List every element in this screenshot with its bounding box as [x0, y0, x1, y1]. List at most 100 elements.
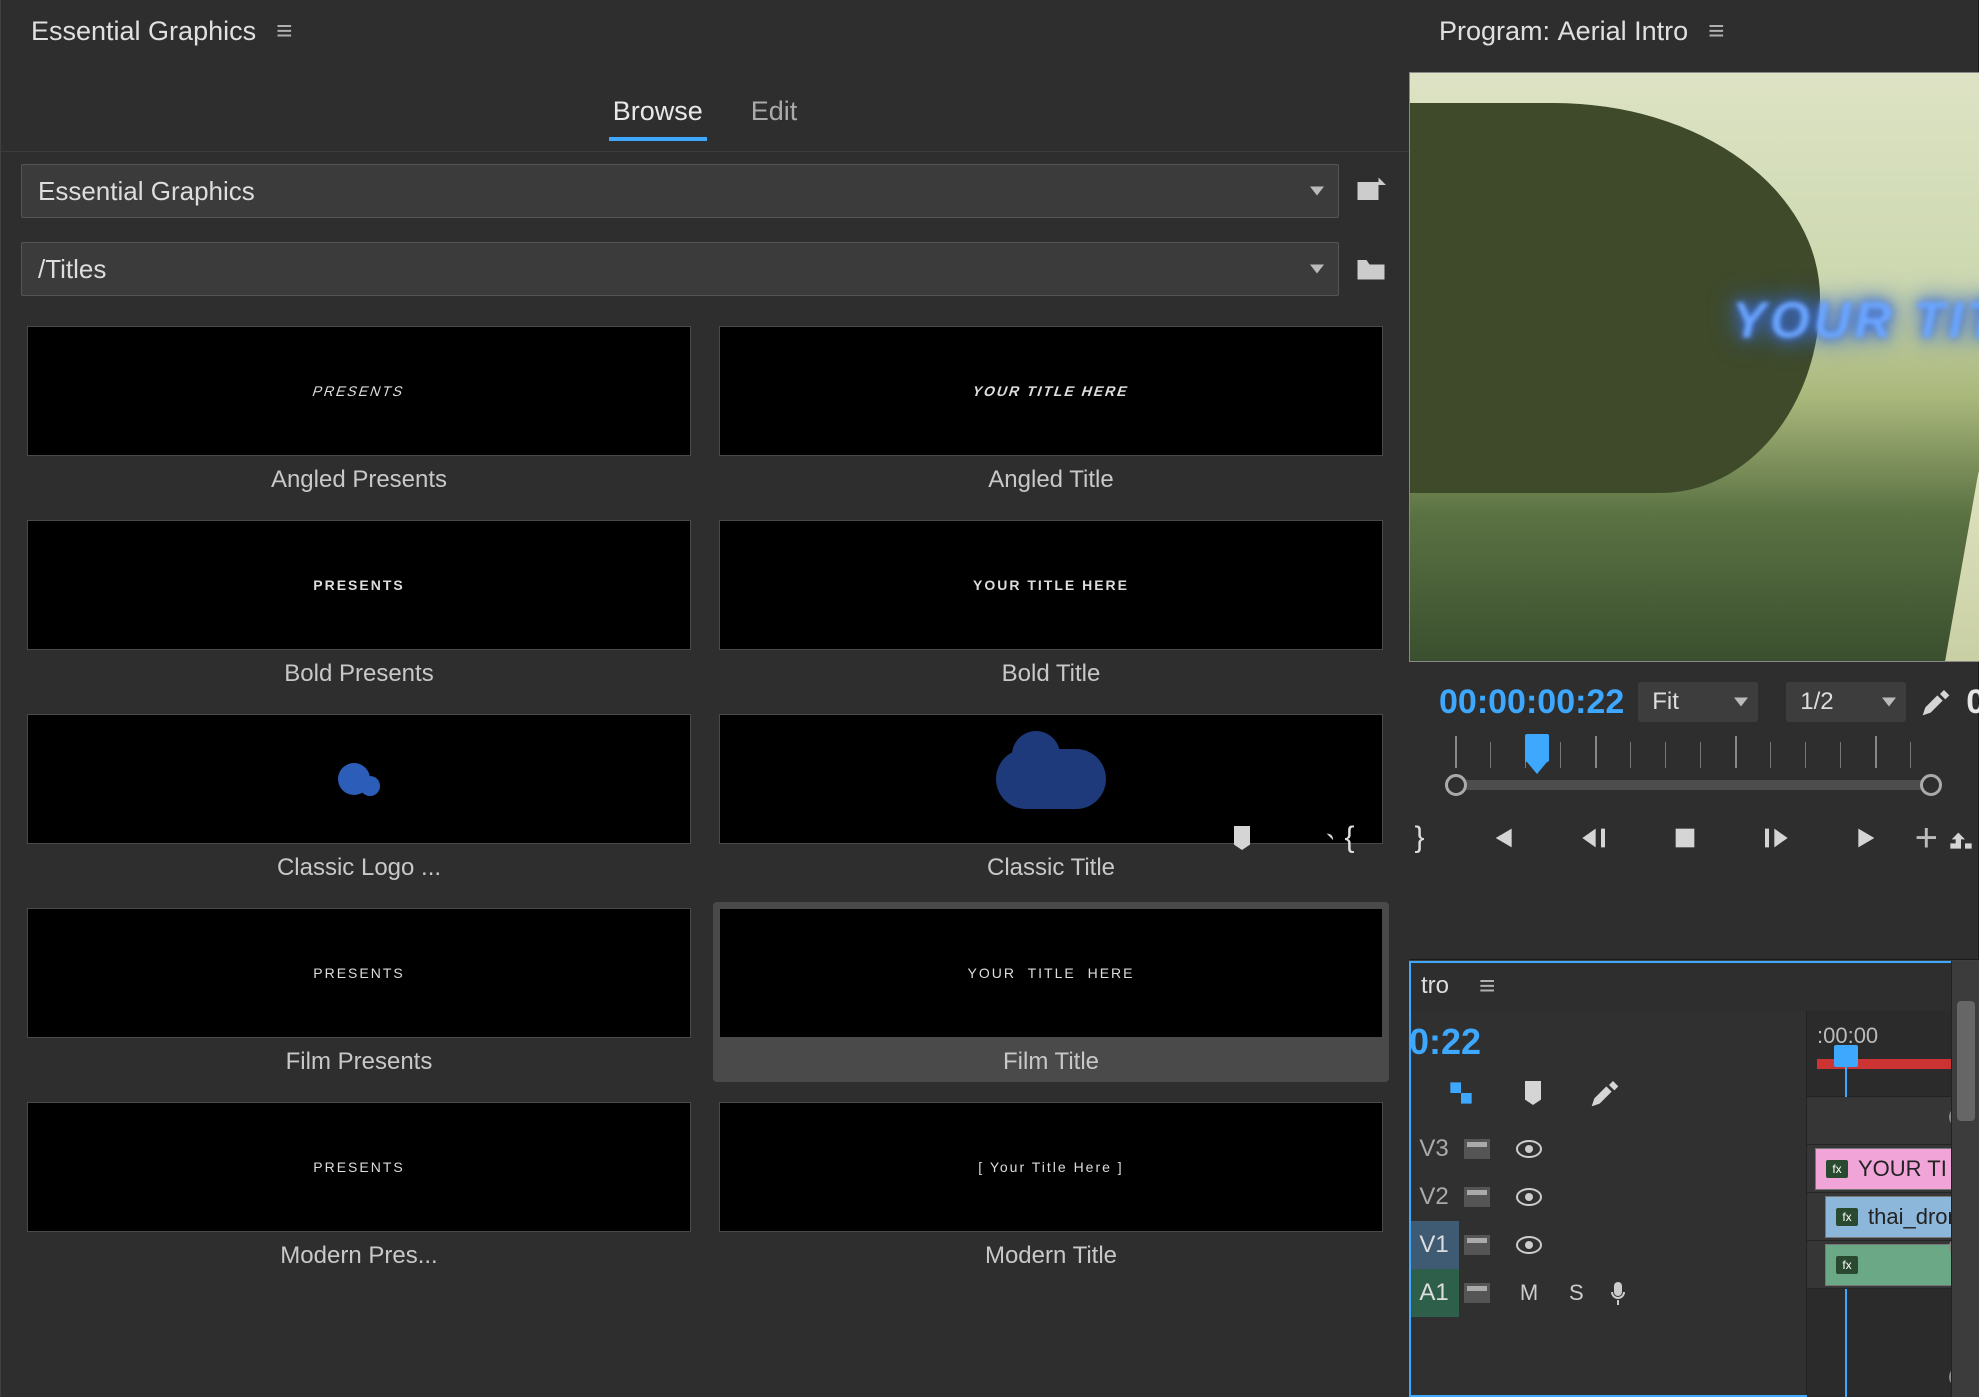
scrub-handle-right[interactable]: [1920, 774, 1942, 796]
template-thumb[interactable]: YOUR TITLE HERE Bold Title: [713, 514, 1389, 694]
step-forward-icon[interactable]: [1761, 820, 1793, 856]
template-label: Bold Presents: [27, 660, 691, 688]
template-preview: [719, 714, 1383, 844]
marker-tool-icon[interactable]: [1517, 1077, 1549, 1109]
play-stop-icon[interactable]: [1669, 820, 1701, 856]
eg-tab-bar: Browse Edit: [1, 62, 1409, 152]
program-title-name: Aerial Intro: [1558, 16, 1689, 47]
template-preview: YOUR TITLE HERE: [719, 520, 1383, 650]
template-label: Film Title: [719, 1048, 1383, 1076]
track-header-v2[interactable]: V2: [1409, 1173, 1806, 1221]
template-preview: PRESENTS: [27, 1102, 691, 1232]
mute-button[interactable]: M: [1511, 1278, 1547, 1308]
resolution-dropdown[interactable]: 1/2: [1786, 682, 1906, 722]
program-video-frame[interactable]: YOUR TITLE HERE: [1409, 72, 1979, 662]
tab-edit[interactable]: Edit: [747, 86, 802, 141]
template-thumb[interactable]: Classic Logo ...: [21, 708, 697, 888]
settings-wrench-icon[interactable]: [1920, 686, 1952, 718]
template-preview: [27, 714, 691, 844]
add-marker-icon[interactable]: [1226, 820, 1258, 856]
template-thumb[interactable]: PRESENTS Film Presents: [21, 902, 697, 1082]
template-thumb[interactable]: [ Your Title Here ] Modern Title: [713, 1096, 1389, 1276]
source-patch-icon[interactable]: [1459, 1278, 1495, 1308]
chevron-down-icon: [1310, 187, 1324, 196]
program-control-bar: 00:00:00:22 Fit 1/2 00:00:13:04: [1409, 672, 1978, 732]
template-preview: YOUR TITLE HERE: [719, 908, 1383, 1038]
video-title-overlay: YOUR TITLE HERE: [1732, 290, 1979, 349]
eg-library-dropdown[interactable]: Essential Graphics: [21, 164, 1339, 218]
zoom-fit-dropdown[interactable]: Fit: [1638, 682, 1758, 722]
monitor-playhead[interactable]: [1525, 734, 1549, 762]
template-preview: [ Your Title Here ]: [719, 1102, 1383, 1232]
timeline-zoom-scrollbar[interactable]: [1951, 961, 1979, 1397]
chevron-down-icon: [1882, 698, 1896, 707]
panel-menu-icon[interactable]: ≡: [276, 15, 292, 47]
source-patch-icon[interactable]: [1459, 1230, 1495, 1260]
timeline-panel: tro ≡ 0:22 V3 V2: [1409, 960, 1979, 1397]
voice-over-record-icon[interactable]: [1608, 1280, 1628, 1306]
new-library-icon[interactable]: [1353, 173, 1389, 209]
button-editor-plus-icon[interactable]: +: [1915, 816, 1938, 861]
lift-icon[interactable]: [1945, 820, 1977, 856]
timeline-timecode[interactable]: 0:22: [1409, 1011, 1806, 1073]
eg-panel-title: Essential Graphics: [31, 16, 256, 47]
toggle-track-output-icon[interactable]: [1511, 1230, 1547, 1260]
template-preview: PRESENTS: [27, 520, 691, 650]
snap-icon[interactable]: [1445, 1077, 1477, 1109]
duration-timecode: 00:00:13:04: [1966, 683, 1979, 722]
template-preview: PRESENTS: [27, 326, 691, 456]
track-header-v1[interactable]: V1: [1409, 1221, 1806, 1269]
panel-menu-icon[interactable]: ≡: [1708, 15, 1724, 47]
mark-out-icon[interactable]: }: [1414, 820, 1424, 856]
chevron-down-icon: [1310, 265, 1324, 274]
fx-badge-icon: fx: [1836, 1208, 1858, 1226]
timeline-tab-header[interactable]: tro ≡: [1409, 961, 1979, 1011]
step-back-icon[interactable]: [1577, 820, 1609, 856]
source-patch-icon[interactable]: [1459, 1182, 1495, 1212]
scrub-handle-left[interactable]: [1445, 774, 1467, 796]
transport-controls: { } +: [1409, 812, 1978, 876]
eg-folder-dropdown[interactable]: /Titles: [21, 242, 1339, 296]
template-thumb[interactable]: PRESENTS Angled Presents: [21, 320, 697, 500]
timeline-settings-icon[interactable]: [1589, 1077, 1621, 1109]
template-label: Bold Title: [719, 660, 1383, 688]
program-panel-header: Program: Aerial Intro ≡: [1409, 0, 1978, 62]
folder-icon[interactable]: [1353, 251, 1389, 287]
clip-label: YOUR TI: [1858, 1156, 1947, 1182]
panel-menu-icon[interactable]: ≡: [1479, 970, 1495, 1002]
go-to-in-icon[interactable]: [1485, 820, 1517, 856]
go-to-out-icon[interactable]: [1853, 820, 1885, 856]
template-preview: PRESENTS: [27, 908, 691, 1038]
fx-badge-icon: fx: [1826, 1160, 1848, 1178]
template-label: Film Presents: [27, 1048, 691, 1076]
chevron-down-icon: [1734, 698, 1748, 707]
track-header-v3[interactable]: V3: [1409, 1125, 1806, 1173]
template-thumb[interactable]: YOUR TITLE HERE Film Title: [713, 902, 1389, 1082]
timeline-track-header-area: 0:22 V3 V2: [1409, 1011, 1807, 1397]
template-label: Angled Title: [719, 466, 1383, 494]
template-label: Modern Pres...: [27, 1242, 691, 1270]
mark-in-icon[interactable]: {: [1318, 820, 1354, 856]
tab-browse[interactable]: Browse: [609, 86, 707, 141]
template-thumb[interactable]: Classic Title: [713, 708, 1389, 888]
toggle-track-output-icon[interactable]: [1511, 1134, 1547, 1164]
template-label: Classic Logo ...: [27, 854, 691, 882]
template-thumb[interactable]: PRESENTS Modern Pres...: [21, 1096, 697, 1276]
program-title-prefix: Program:: [1439, 16, 1550, 47]
essential-graphics-panel: Essential Graphics ≡ Browse Edit Essenti…: [0, 0, 1409, 1397]
template-label: Modern Title: [719, 1242, 1383, 1270]
template-thumb[interactable]: PRESENTS Bold Presents: [21, 514, 697, 694]
template-preview: YOUR TITLE HERE: [719, 326, 1383, 456]
program-monitor-panel: Program: Aerial Intro ≡ YOUR TITLE HERE …: [1409, 0, 1979, 960]
template-label: Classic Title: [719, 854, 1383, 882]
track-header-a1[interactable]: A1 M S: [1409, 1269, 1806, 1317]
eg-panel-header: Essential Graphics ≡: [1, 0, 1409, 62]
current-timecode[interactable]: 00:00:00:22: [1439, 683, 1624, 722]
fx-badge-icon: fx: [1836, 1256, 1858, 1274]
template-thumb[interactable]: YOUR TITLE HERE Angled Title: [713, 320, 1389, 500]
program-scrubber[interactable]: [1445, 742, 1942, 802]
template-label: Angled Presents: [27, 466, 691, 494]
source-patch-icon[interactable]: [1459, 1134, 1495, 1164]
solo-button[interactable]: S: [1569, 1280, 1584, 1306]
toggle-track-output-icon[interactable]: [1511, 1182, 1547, 1212]
